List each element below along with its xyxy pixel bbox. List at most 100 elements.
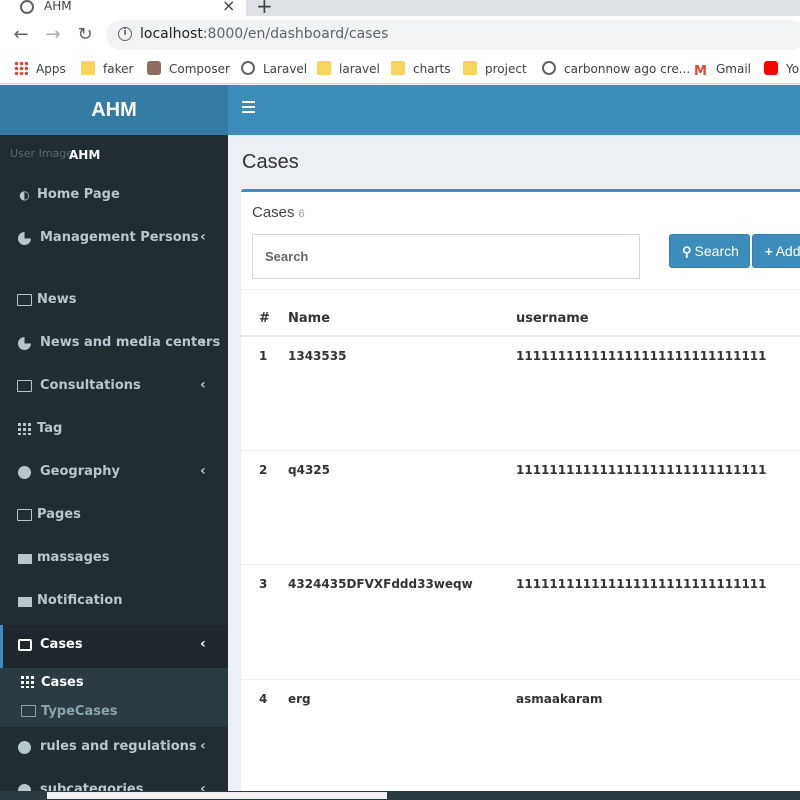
sidebar-item-notification[interactable]: Notification xyxy=(0,581,228,624)
row-number: 4 xyxy=(259,692,268,706)
sidebar-item-tag[interactable]: Tag xyxy=(0,409,228,452)
bookmark-carbonnow[interactable]: carbonnow ago cre... xyxy=(542,60,690,78)
scrollbar-thumb[interactable] xyxy=(47,792,387,799)
row-number: 2 xyxy=(259,463,268,477)
chevron-left-icon: ‹ xyxy=(200,636,206,652)
cases-box: Cases6 ⚲Search +Add # Name username 1 13… xyxy=(241,189,800,800)
app-logo[interactable]: AHM xyxy=(0,85,228,135)
globe-icon xyxy=(542,61,556,75)
info-icon[interactable]: i xyxy=(118,27,132,41)
close-tab-icon[interactable]: × xyxy=(222,0,235,15)
search-icon: ⚲ xyxy=(682,244,692,259)
column-header-number: # xyxy=(259,311,270,326)
url-text[interactable]: localhost:8000/en/dashboard/cases xyxy=(140,26,388,42)
apps-icon xyxy=(14,61,28,75)
globe-icon xyxy=(20,0,34,14)
reload-icon[interactable]: ↻ xyxy=(72,22,98,48)
chevron-left-icon: ‹ xyxy=(200,229,206,245)
chevron-left-icon: ‹ xyxy=(200,334,206,350)
row-name: q4325 xyxy=(288,463,330,477)
sidebar-item-news-media-centers[interactable]: News and media centers ‹ xyxy=(0,323,228,366)
search-button[interactable]: ⚲ Search xyxy=(669,234,750,268)
bookmarks-bar: Apps faker Composer Laravel laravel char… xyxy=(0,54,800,84)
cases-count: 6 xyxy=(298,208,305,220)
user-name: AHM xyxy=(69,148,101,162)
top-navbar xyxy=(228,85,800,135)
cases-submenu: Cases TypeCases xyxy=(0,668,228,727)
browser-tabstrip: AHM × + xyxy=(0,0,800,18)
back-arrow-icon[interactable]: ← xyxy=(8,22,34,48)
plus-icon: + xyxy=(765,244,773,259)
sidebar-item-news[interactable]: News xyxy=(0,280,228,323)
sidebar-item-pages[interactable]: Pages xyxy=(0,495,228,538)
row-username: 111111111111111111111111111111 xyxy=(516,577,767,591)
row-divider xyxy=(241,564,800,565)
newspaper-icon xyxy=(17,294,32,307)
bookmark-laravel-folder[interactable]: laravel xyxy=(317,60,380,78)
row-divider xyxy=(241,450,800,451)
sidebar-item-massages[interactable]: massages xyxy=(0,538,228,581)
forward-arrow-icon[interactable]: → xyxy=(40,22,66,48)
newspaper-icon xyxy=(17,509,32,522)
row-divider xyxy=(241,679,800,680)
bookmark-gmail[interactable]: M Gmail xyxy=(694,60,751,79)
header-divider xyxy=(241,335,800,337)
sidebar-item-rules-regulations[interactable]: rules and regulations ‹ xyxy=(0,727,228,770)
bookmark-composer[interactable]: Composer xyxy=(147,60,230,78)
chevron-left-icon: ‹ xyxy=(200,377,206,393)
menu-toggle-icon[interactable] xyxy=(242,101,255,113)
row-username: asmaakaram xyxy=(516,692,603,706)
browser-tab[interactable]: AHM × xyxy=(0,0,246,16)
add-button[interactable]: + Add xyxy=(752,234,800,268)
row-name: 4324435DFVXFddd33weqw xyxy=(288,577,473,591)
column-header-name: Name xyxy=(288,311,331,326)
row-number: 3 xyxy=(259,577,268,591)
sidebar-item-home[interactable]: ◐ Home Page xyxy=(0,175,228,218)
column-header-username: username xyxy=(516,311,589,326)
globe-icon xyxy=(17,466,32,479)
row-name: erg xyxy=(288,692,311,706)
row-username: 111111111111111111111111111111 xyxy=(516,349,767,363)
folder-icon xyxy=(391,61,405,75)
main-content: Cases Cases6 ⚲Search +Add # Name usernam… xyxy=(228,135,800,800)
folder-icon xyxy=(81,61,95,75)
row-username: 111111111111111111111111111111 xyxy=(516,463,767,477)
globe-icon xyxy=(241,61,255,75)
folder-icon xyxy=(317,61,331,75)
address-bar[interactable]: i localhost:8000/en/dashboard/cases xyxy=(106,20,800,50)
bookmark-faker[interactable]: faker xyxy=(81,60,133,78)
user-avatar: User Image xyxy=(10,147,74,160)
tab-title: AHM xyxy=(44,0,72,13)
bookmark-youtube[interactable]: Yo xyxy=(764,60,799,78)
gmail-icon: M xyxy=(694,64,707,79)
envelope-icon xyxy=(17,595,32,608)
bookmark-project[interactable]: project xyxy=(463,60,527,78)
newspaper-icon xyxy=(21,705,36,718)
pie-chart-icon xyxy=(17,232,32,245)
medkit-icon xyxy=(17,639,32,652)
bookmark-charts[interactable]: charts xyxy=(391,60,450,78)
row-number: 1 xyxy=(259,349,268,363)
page-title: Cases xyxy=(242,151,299,173)
search-input[interactable] xyxy=(252,234,640,279)
sidebar-item-cases[interactable]: Cases ‹ xyxy=(0,625,228,668)
globe-icon xyxy=(17,741,32,754)
envelope-icon xyxy=(17,552,32,565)
submenu-item-typecases[interactable]: TypeCases xyxy=(0,698,228,726)
grid-icon xyxy=(17,423,32,436)
horizontal-scrollbar[interactable] xyxy=(0,791,800,800)
submenu-item-cases[interactable]: Cases xyxy=(0,669,228,697)
grid-icon xyxy=(21,676,35,689)
box-title: Cases 6 xyxy=(252,204,305,221)
user-panel: User Image AHM xyxy=(10,147,220,165)
youtube-icon xyxy=(764,61,778,75)
bookmark-laravel-site[interactable]: Laravel xyxy=(241,60,307,78)
sidebar-item-consultations[interactable]: Consultations ‹ xyxy=(0,366,228,409)
newspaper-icon xyxy=(17,380,32,393)
sidebar-item-management-persons[interactable]: Management Persons ‹ xyxy=(0,218,228,261)
bookmark-apps[interactable]: Apps xyxy=(14,60,66,78)
browser-toolbar: ← → ↻ i localhost:8000/en/dashboard/case… xyxy=(0,16,800,54)
sidebar-item-geography[interactable]: Geography ‹ xyxy=(0,452,228,495)
dashboard-icon: ◐ xyxy=(19,188,30,202)
row-name: 1343535 xyxy=(288,349,347,363)
